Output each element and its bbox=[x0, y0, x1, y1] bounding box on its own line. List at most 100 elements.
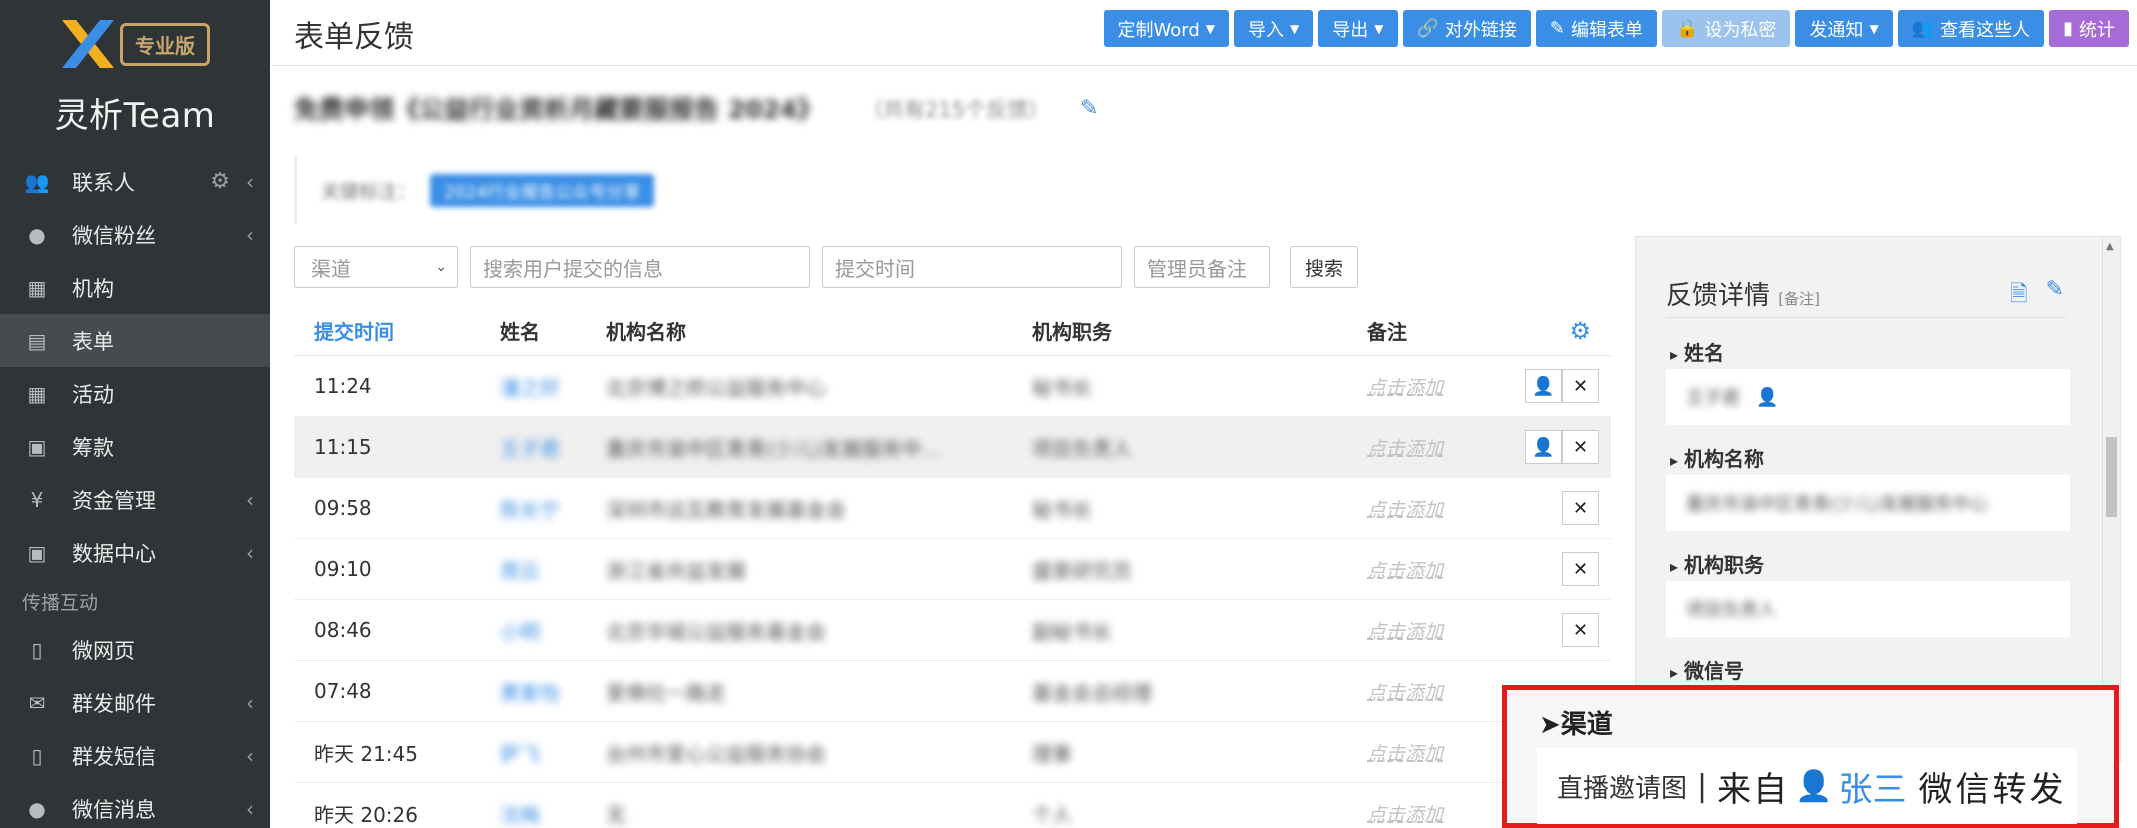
channel-title: ➤渠道 bbox=[1539, 710, 1613, 740]
edition-badge: 专业版 bbox=[120, 22, 210, 66]
building-icon: ▦ bbox=[27, 275, 47, 300]
field-label-org: 机构名称 bbox=[1670, 443, 1764, 472]
nav-contacts[interactable]: 👥 联系人 ⚙ ‹ bbox=[0, 155, 270, 208]
nav-micro-page[interactable]: ▯ 微网页 bbox=[0, 623, 270, 676]
brand-name: 灵析Team bbox=[54, 96, 216, 136]
nav-wechat-msg[interactable]: ● 微信消息 ‹ bbox=[0, 782, 270, 828]
custom-word-button[interactable]: 定制Word ▼ bbox=[1103, 10, 1230, 47]
send-notice-button[interactable]: 发通知 ▼ bbox=[1795, 10, 1893, 47]
gear-icon[interactable]: ⚙ bbox=[1569, 317, 1591, 345]
feedback-count: （共有215个反馈） bbox=[862, 98, 1050, 122]
header-name: 姓名 bbox=[500, 320, 540, 344]
from-label: 来自 bbox=[1717, 769, 1790, 810]
table-row[interactable]: 昨天 20:26 沈梅 无 个人 点击添加 bbox=[294, 783, 1611, 828]
table-header: 提交时间 姓名 机构名称 机构职务 备注 ⚙ bbox=[294, 306, 1611, 356]
edit-form-button[interactable]: ✎ 编辑表单 bbox=[1535, 10, 1658, 47]
field-label-name: 姓名 bbox=[1670, 337, 1724, 366]
caret-down-icon: ▼ bbox=[1205, 21, 1216, 36]
caret-down-icon: ▼ bbox=[1374, 21, 1384, 36]
delete-icon[interactable]: ✕ bbox=[1562, 552, 1599, 586]
nav-mass-sms[interactable]: ▯ 群发短信 ‹ bbox=[0, 729, 270, 782]
form-title: 免费申领《公益行业资析月藏要服报告 2024》 bbox=[294, 95, 823, 124]
nav-fundraising[interactable]: ▣ 筹款 bbox=[0, 420, 270, 473]
comment-icon: ● bbox=[28, 222, 46, 247]
chevron-left-icon: ‹ bbox=[246, 222, 254, 247]
add-note-link[interactable]: 点击添加 bbox=[1367, 434, 1507, 461]
caret-down-icon: ▼ bbox=[1290, 21, 1300, 36]
nav-forms[interactable]: ▤ 表单 bbox=[0, 314, 270, 367]
add-note-link[interactable]: 点击添加 bbox=[1367, 739, 1507, 766]
field-label-wechat: 微信号 bbox=[1670, 655, 1744, 684]
note-tag[interactable]: 2024行业报告公众号分享 bbox=[430, 173, 655, 207]
table-row[interactable]: 09:10 周云 浙江省共益发展 盛景研究员 点击添加 ✕ bbox=[294, 539, 1611, 600]
time-input[interactable]: 提交时间 bbox=[822, 246, 1122, 288]
add-contact-icon[interactable]: 👤 bbox=[1525, 369, 1562, 403]
nav-wechat-fans[interactable]: ● 微信粉丝 ‹ bbox=[0, 208, 270, 261]
external-link-button[interactable]: 🔗 对外链接 bbox=[1402, 10, 1531, 47]
nav-mass-email[interactable]: ✉ 群发邮件 ‹ bbox=[0, 676, 270, 729]
add-note-link[interactable]: 点击添加 bbox=[1367, 373, 1507, 400]
chevron-left-icon: ‹ bbox=[246, 540, 254, 565]
chevron-left-icon: ‹ bbox=[246, 690, 254, 715]
delete-icon[interactable]: ✕ bbox=[1562, 613, 1599, 647]
table-row[interactable]: 11:24 潘之轩 北京博之桥公益服务中心 秘书长 点击添加 👤 ✕ bbox=[294, 356, 1611, 417]
add-note-link[interactable]: 点击添加 bbox=[1367, 495, 1507, 522]
add-contact-icon[interactable]: 👤 bbox=[1525, 430, 1562, 464]
remark-input[interactable]: 管理员备注 bbox=[1134, 246, 1270, 288]
toolbar: 定制Word ▼ 导入 ▼ 导出 ▼ 🔗 对外链接 ✎ 编辑表单 🔒 设为私密 发通知 ▼ 👥… bbox=[1103, 10, 2129, 47]
lock-icon: 🔒 bbox=[1676, 18, 1699, 39]
delete-icon[interactable]: ✕ bbox=[1562, 430, 1599, 464]
field-value-name: 王子君 👤 bbox=[1666, 369, 2070, 425]
table-row[interactable]: 08:46 小明 北京华城公益服务基金会 副秘书长 点击添加 ✕ bbox=[294, 600, 1611, 661]
share-action: 微信转发 bbox=[1918, 769, 2067, 810]
table-row[interactable]: 11:15 王子君 重庆市渝中区青青(少儿)发展服务中… 项目负责人 点击添加 … bbox=[294, 417, 1611, 478]
gear-icon[interactable]: ⚙ bbox=[210, 169, 230, 194]
word-doc-icon[interactable]: 🗎 bbox=[2010, 277, 2028, 315]
search-button[interactable]: 搜索 bbox=[1290, 246, 1359, 288]
send-arrow-icon: ➤ bbox=[1539, 710, 1561, 740]
header-note: 备注 bbox=[1367, 320, 1407, 344]
add-note-link[interactable]: 点击添加 bbox=[1367, 800, 1507, 827]
export-button[interactable]: 导出 ▼ bbox=[1318, 10, 1398, 47]
set-private-button[interactable]: 🔒 设为私密 bbox=[1662, 10, 1791, 47]
table-row[interactable]: 09:58 陈长宁 深圳市远瓦教育发展基金会 秘书长 点击添加 ✕ bbox=[294, 478, 1611, 539]
wechat-icon: ● bbox=[28, 796, 46, 821]
remark-link[interactable]: [备注] bbox=[1778, 290, 1820, 308]
table-row[interactable]: 昨天 21:45 萨飞 台州市爱心公益服务协会 理事 点击添加 bbox=[294, 722, 1611, 783]
nav-events[interactable]: ▦ 活动 bbox=[0, 367, 270, 420]
header-time[interactable]: 提交时间 bbox=[294, 316, 500, 345]
feedback-detail-panel: 反馈详情 [备注] 🗎 ✎ 姓名 王子君👤 机构名称 重庆市渝中区青青(少儿)发展… bbox=[1635, 236, 2121, 763]
user-icon[interactable]: 👤 bbox=[1756, 387, 1778, 408]
add-note-link[interactable]: 点击添加 bbox=[1367, 678, 1507, 705]
channel-select[interactable]: 渠道 ⌄ bbox=[294, 246, 458, 288]
nav-org[interactable]: ▦ 机构 bbox=[0, 261, 270, 314]
add-note-link[interactable]: 点击添加 bbox=[1367, 617, 1507, 644]
add-note-link[interactable]: 点击添加 bbox=[1367, 556, 1507, 583]
database-icon: ▣ bbox=[27, 540, 47, 565]
nav-data-center[interactable]: ▣ 数据中心 ‹ bbox=[0, 526, 270, 579]
chevron-down-icon: ⌄ bbox=[435, 259, 447, 275]
table-row[interactable]: 07:48 黄紫怡 爱佛社一路走 基金会总经理 点击添加 bbox=[294, 661, 1611, 722]
stats-button[interactable]: ▮ 统计 bbox=[2049, 10, 2129, 47]
phone-icon: ▯ bbox=[31, 743, 43, 768]
channel-detail: 直播邀请图 | 来自 👤 张三 微信转发 bbox=[1537, 748, 2077, 824]
field-label-job: 机构职务 bbox=[1670, 549, 1764, 578]
nav-finance[interactable]: ¥ 资金管理 ‹ bbox=[0, 473, 270, 526]
import-button[interactable]: 导入 ▼ bbox=[1234, 10, 1314, 47]
caret-down-icon: ▼ bbox=[1869, 21, 1879, 36]
envelope-icon: ✉ bbox=[28, 690, 46, 715]
view-people-button[interactable]: 👥 查看这些人 bbox=[1897, 10, 2045, 47]
yen-icon: ¥ bbox=[30, 487, 44, 512]
delete-icon[interactable]: ✕ bbox=[1562, 491, 1599, 525]
pencil-icon: ✎ bbox=[1549, 18, 1566, 39]
referrer-name[interactable]: 张三 bbox=[1838, 762, 1906, 811]
pencil-icon[interactable]: ✎ bbox=[2046, 277, 2064, 315]
bar-chart-icon: ▮ bbox=[2063, 18, 2073, 39]
users-icon: 👥 bbox=[1911, 18, 1935, 39]
edit-title-icon[interactable]: ✎ bbox=[1080, 96, 1098, 121]
page-icon: ▯ bbox=[31, 637, 43, 662]
search-input[interactable]: 搜索用户提交的信息 bbox=[470, 246, 810, 288]
delete-icon[interactable]: ✕ bbox=[1562, 369, 1599, 403]
field-value-org: 重庆市渝中区青青(少儿)发展服务中心 bbox=[1666, 475, 2070, 531]
feedback-table: 提交时间 姓名 机构名称 机构职务 备注 ⚙ 11:24 潘之轩 北京博之桥公益… bbox=[294, 306, 1611, 828]
